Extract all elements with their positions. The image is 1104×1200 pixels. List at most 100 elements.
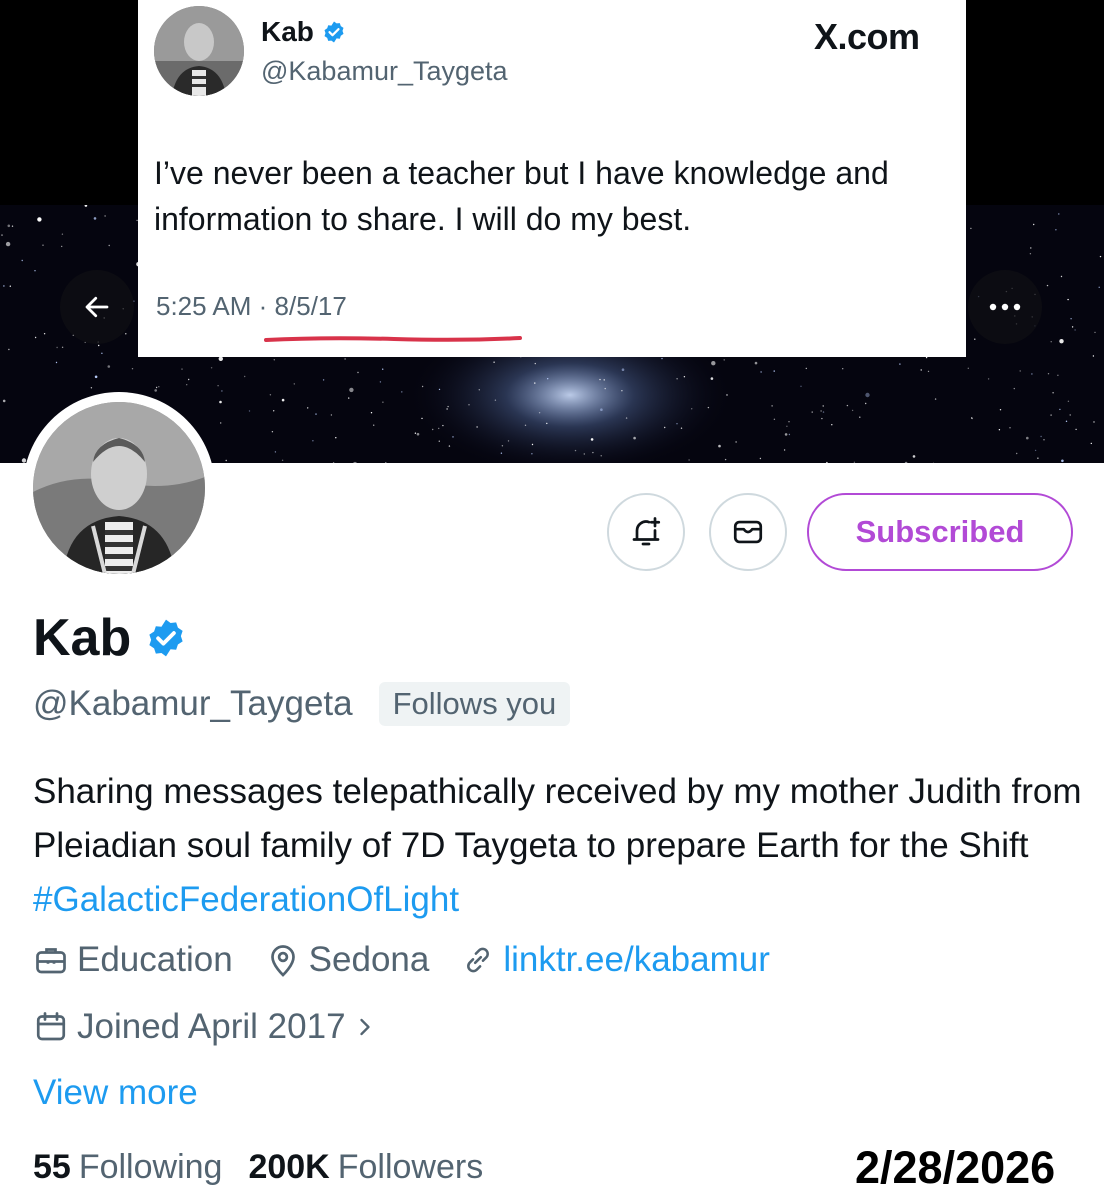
star: [974, 338, 976, 340]
star: [1043, 439, 1045, 441]
bio-hashtag-link[interactable]: #GalacticFederationOfLight: [33, 880, 459, 919]
profile-bio: Sharing messages telepathically received…: [33, 765, 1083, 927]
star: [800, 385, 802, 387]
star: [219, 400, 222, 404]
tweet-text: I’ve never been a teacher but I have kno…: [154, 155, 889, 237]
message-button[interactable]: [709, 493, 787, 571]
tweet-timestamp[interactable]: 5:25 AM · 8/5/17: [156, 291, 347, 322]
person-photo: [154, 6, 244, 96]
following-stat[interactable]: 55 Following: [33, 1148, 222, 1187]
star: [438, 388, 441, 391]
star: [401, 391, 403, 393]
profile-location: Sedona: [308, 940, 430, 979]
star: [1046, 284, 1049, 287]
star: [1094, 331, 1096, 334]
star: [43, 333, 46, 335]
tweet-avatar[interactable]: [154, 6, 244, 96]
star: [225, 459, 227, 462]
star: [604, 387, 606, 390]
star: [621, 390, 623, 392]
star: [1026, 436, 1029, 440]
star: [547, 378, 549, 380]
star: [476, 426, 478, 428]
star: [1016, 452, 1018, 455]
star: [1055, 229, 1057, 231]
star: [971, 417, 973, 420]
star: [269, 394, 272, 396]
star: [987, 378, 990, 380]
star: [446, 408, 448, 410]
tweet-date: 8/5/17: [274, 291, 347, 321]
star: [154, 389, 157, 392]
star: [56, 346, 58, 349]
star: [788, 433, 791, 436]
tweet-card: Kab @Kabamur_Taygeta X.com I’ve never be…: [138, 0, 966, 357]
verified-badge-icon[interactable]: [145, 617, 187, 659]
star: [1, 234, 3, 236]
star: [281, 398, 285, 402]
star: [273, 359, 275, 361]
star: [920, 369, 922, 371]
star: [1029, 253, 1032, 255]
star: [676, 378, 678, 380]
star: [592, 451, 594, 454]
verified-badge-icon: [324, 21, 344, 43]
star: [501, 445, 504, 447]
star: [710, 377, 714, 380]
profile-joined[interactable]: Joined April 2017: [33, 1007, 376, 1047]
star: [999, 409, 1002, 411]
star: [373, 424, 375, 426]
followers-stat[interactable]: 200K Followers: [248, 1148, 483, 1187]
star: [1069, 414, 1071, 416]
star: [1050, 414, 1052, 416]
star: [811, 411, 813, 413]
profile-display-name: Kab: [33, 609, 132, 667]
star: [1037, 457, 1039, 459]
notifications-button[interactable]: [607, 493, 685, 571]
star: [711, 361, 716, 366]
star: [865, 392, 870, 398]
profile-avatar[interactable]: [23, 392, 215, 584]
star: [625, 417, 628, 419]
follows-you-badge: Follows you: [378, 682, 571, 726]
tweet-author-handle[interactable]: @Kabamur_Taygeta: [261, 56, 508, 87]
profile-handle: @Kabamur_Taygeta: [33, 684, 353, 723]
star: [84, 205, 88, 207]
arrow-left-icon: [85, 296, 109, 318]
star: [534, 382, 536, 384]
star: [421, 417, 423, 420]
star: [131, 368, 134, 370]
star: [600, 455, 602, 457]
star: [273, 410, 275, 412]
star: [382, 368, 384, 370]
star: [846, 404, 849, 407]
star: [98, 344, 100, 347]
star: [468, 404, 470, 406]
star: [1034, 449, 1037, 452]
red-underline-annotation: [264, 336, 522, 342]
subscribed-button[interactable]: Subscribed: [807, 493, 1073, 571]
more-button[interactable]: [968, 270, 1042, 344]
following-count: 55: [33, 1148, 71, 1186]
star: [335, 437, 337, 439]
star: [248, 410, 251, 412]
star: [61, 346, 64, 348]
star: [55, 361, 58, 364]
star: [773, 370, 775, 372]
star: [34, 270, 36, 272]
joined-date-label: Joined April 2017: [77, 1007, 346, 1046]
star: [507, 440, 510, 442]
tweet-time: 5:25 AM: [156, 291, 252, 321]
tweet-time-separator: ·: [258, 291, 268, 321]
star: [90, 387, 93, 389]
star: [822, 411, 825, 413]
star: [970, 227, 972, 230]
following-label: Following: [78, 1148, 223, 1186]
back-button[interactable]: [60, 270, 134, 344]
bell-plus-icon: [632, 517, 661, 546]
view-more-link[interactable]: View more: [33, 1073, 198, 1113]
profile-website-link[interactable]: linktr.ee/kabamur: [503, 940, 770, 980]
star: [221, 390, 223, 392]
tweet-author-name[interactable]: Kab: [261, 16, 314, 48]
star: [94, 375, 98, 379]
